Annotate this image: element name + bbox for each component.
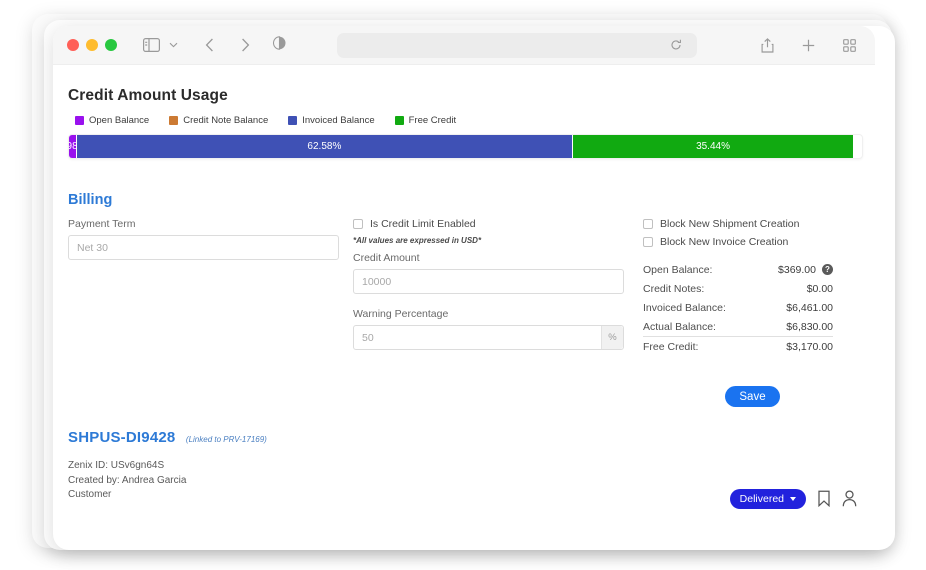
legend-item-invoiced-balance: Invoiced Balance	[288, 115, 375, 126]
bookmark-icon[interactable]	[817, 490, 831, 507]
balance-value: $6,830.00	[786, 320, 833, 333]
balance-label: Actual Balance:	[643, 320, 716, 333]
plus-icon[interactable]	[796, 33, 820, 57]
balance-summary-list: Open Balance: $369.00 ? Credit Notes: $0…	[643, 260, 833, 356]
reader-mode-icon[interactable]	[272, 35, 286, 55]
credit-amount-label: Credit Amount	[353, 252, 420, 264]
legend-label: Invoiced Balance	[302, 115, 375, 126]
page-content: Credit Amount Usage Open Balance Credit …	[53, 65, 875, 530]
block-invoice-checkbox[interactable]	[643, 237, 653, 247]
user-icon[interactable]	[842, 490, 857, 507]
is-credit-limit-enabled-label: Is Credit Limit Enabled	[370, 218, 476, 230]
block-shipment-label: Block New Shipment Creation	[660, 218, 800, 230]
record-created-by: Created by: Andrea Garcia	[68, 474, 187, 486]
is-credit-limit-enabled-checkbox[interactable]	[353, 219, 363, 229]
status-badge[interactable]: Delivered	[729, 488, 806, 509]
balance-value: $369.00	[778, 263, 816, 276]
warning-percentage-input[interactable]: 50	[353, 325, 624, 350]
share-icon[interactable]	[755, 33, 779, 57]
balance-row: Open Balance: $369.00 ?	[643, 260, 833, 279]
record-zenix-id: Zenix ID: USv6gn64S	[68, 460, 165, 471]
balance-value: $6,461.00	[786, 301, 833, 314]
record-actions: Delivered	[729, 488, 857, 509]
chevron-down-icon	[790, 496, 796, 501]
usd-note: *All values are expressed in USD*	[353, 236, 482, 245]
status-badge-label: Delivered	[739, 492, 784, 505]
browser-titlebar	[53, 26, 875, 65]
balance-label: Open Balance:	[643, 263, 713, 276]
chart-legend: Open Balance Credit Note Balance Invoice…	[75, 115, 875, 126]
legend-swatch-icon	[394, 116, 404, 125]
billing-column-right: Block New Shipment Creation Block New In…	[638, 218, 860, 356]
tab-overview-icon[interactable]	[837, 33, 861, 57]
warning-percentage-group: 50 %	[353, 325, 624, 350]
save-button[interactable]: Save	[725, 386, 780, 407]
legend-item-credit-note-balance: Credit Note Balance	[169, 115, 268, 126]
legend-item-open-balance: Open Balance	[75, 115, 149, 126]
balance-row: Invoiced Balance: $6,461.00	[643, 298, 833, 317]
balance-value-cell: $0.00	[807, 283, 833, 295]
legend-label: Open Balance	[89, 115, 150, 126]
page-title: Credit Amount Usage	[68, 87, 228, 104]
legend-label: Free Credit	[408, 115, 457, 126]
credit-usage-bar: 0.98% 62.58% 35.44%	[68, 134, 863, 159]
is-credit-limit-enabled-row[interactable]: Is Credit Limit Enabled	[353, 218, 638, 230]
navigation-arrows	[197, 33, 257, 57]
credit-amount-input[interactable]: 10000	[353, 269, 624, 294]
close-window-button[interactable]	[67, 39, 79, 51]
browser-window: Credit Amount Usage Open Balance Credit …	[53, 26, 875, 530]
balance-value-cell: $6,830.00	[786, 321, 833, 333]
percent-suffix: %	[601, 326, 623, 349]
block-shipment-row[interactable]: Block New Shipment Creation	[643, 218, 860, 230]
legend-swatch-icon	[288, 116, 298, 125]
legend-swatch-icon	[75, 116, 84, 125]
reload-icon[interactable]	[664, 33, 688, 57]
save-button-row: Save	[53, 386, 875, 407]
window-traffic-lights	[67, 39, 117, 51]
balance-row: Credit Notes: $0.00	[643, 279, 833, 298]
record-linked-reference[interactable]: (Linked to PRV-17169)	[186, 435, 267, 444]
billing-column-left: Payment Term Net 30	[68, 218, 353, 356]
toolbar-right-actions	[755, 33, 861, 57]
billing-column-middle: Is Credit Limit Enabled *All values are …	[353, 218, 638, 356]
screenshot-stage: Credit Amount Usage Open Balance Credit …	[0, 0, 926, 570]
block-invoice-row[interactable]: Block New Invoice Creation	[643, 236, 860, 248]
billing-heading: Billing	[68, 192, 113, 208]
sidebar-icon[interactable]	[139, 33, 163, 57]
address-bar-area	[272, 32, 755, 58]
balance-value-cell: $6,461.00	[786, 302, 833, 314]
payment-term-input[interactable]: Net 30	[68, 235, 339, 260]
legend-item-free-credit: Free Credit	[394, 115, 457, 126]
record-id-link[interactable]: SHPUS-DI9428	[68, 429, 175, 446]
record-title-row: SHPUS-DI9428 (Linked to PRV-17169)	[68, 429, 860, 447]
payment-term-label: Payment Term	[68, 218, 136, 230]
block-shipment-checkbox[interactable]	[643, 219, 653, 229]
balance-label: Credit Notes:	[643, 282, 705, 295]
back-arrow-icon[interactable]	[197, 33, 221, 57]
balance-value-cell: $369.00 ?	[778, 264, 833, 276]
bar-segment-open-balance[interactable]: 0.98%	[69, 135, 87, 158]
help-icon[interactable]: ?	[822, 264, 833, 275]
chevron-down-icon[interactable]	[165, 33, 181, 57]
block-invoice-label: Block New Invoice Creation	[660, 236, 789, 248]
balance-value: $3,170.00	[786, 340, 833, 353]
balance-label: Free Credit:	[643, 340, 699, 353]
legend-label: Credit Note Balance	[183, 115, 269, 126]
record-footer: SHPUS-DI9428 (Linked to PRV-17169) Zenix…	[53, 429, 875, 509]
warning-percentage-label: Warning Percentage	[353, 308, 449, 320]
balance-row: Free Credit: $3,170.00	[643, 336, 833, 356]
bar-segment-invoiced-balance[interactable]: 62.58%	[76, 135, 574, 158]
forward-arrow-icon[interactable]	[233, 33, 257, 57]
url-bar[interactable]	[336, 32, 697, 58]
balance-label: Invoiced Balance:	[643, 301, 726, 314]
balance-value: $0.00	[806, 282, 833, 295]
maximize-window-button[interactable]	[105, 39, 117, 51]
billing-columns: Payment Term Net 30 Is Credit Limit Enab…	[53, 218, 875, 356]
legend-swatch-icon	[169, 116, 179, 125]
minimize-window-button[interactable]	[86, 39, 98, 51]
balance-row: Actual Balance: $6,830.00	[643, 317, 833, 336]
bar-segment-free-credit[interactable]: 35.44%	[573, 135, 855, 158]
balance-value-cell: $3,170.00	[786, 341, 833, 353]
